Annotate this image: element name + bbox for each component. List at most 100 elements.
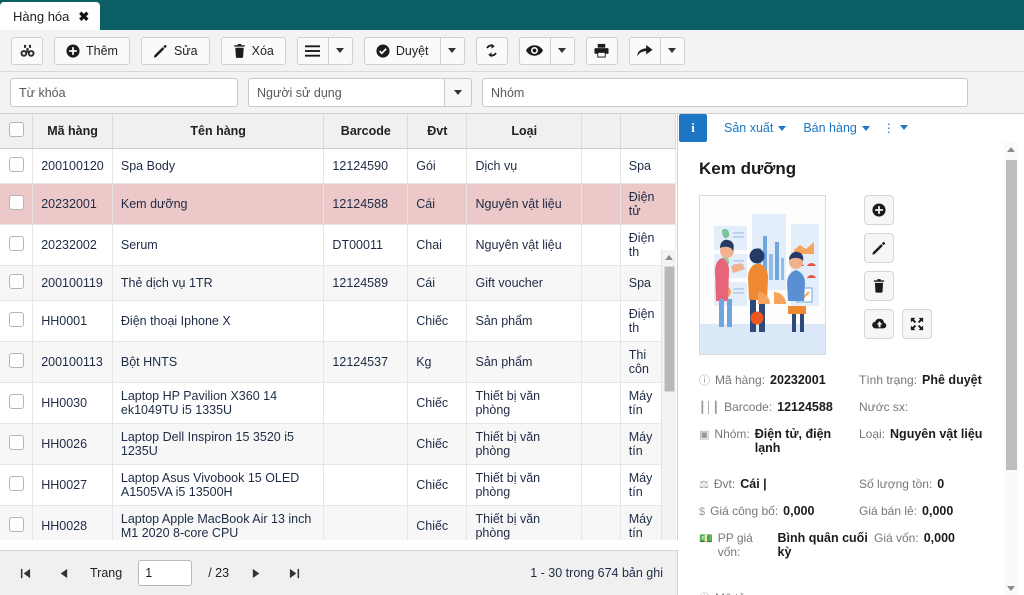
row-checkbox[interactable] bbox=[8, 516, 24, 532]
row-checkbox[interactable] bbox=[8, 475, 24, 491]
delete-image-button[interactable] bbox=[864, 271, 894, 301]
add-button[interactable]: Thêm bbox=[54, 36, 130, 65]
row-checkbox[interactable] bbox=[8, 311, 24, 327]
first-page-button[interactable] bbox=[14, 562, 36, 584]
label-tinh-trang: Tình trạng: bbox=[859, 373, 918, 387]
header-select-all[interactable] bbox=[0, 114, 34, 149]
approve-button[interactable]: Duyệt bbox=[363, 36, 441, 65]
detail-fields: ⓘ Mã hàng: 20232001 Tình trạng: Phê duyệ… bbox=[699, 373, 999, 595]
table-row[interactable]: 20232002 Serum DT00011 Chai Nguyên vật l… bbox=[0, 224, 677, 266]
menu-button[interactable] bbox=[296, 36, 329, 65]
search-input[interactable] bbox=[10, 78, 238, 107]
edit-button[interactable]: Sửa bbox=[140, 36, 210, 65]
table-row[interactable]: HH0027 Laptop Asus Vivobook 15 OLED A150… bbox=[0, 464, 677, 506]
refresh-icon bbox=[484, 43, 499, 58]
share-button[interactable] bbox=[628, 36, 661, 65]
scroll-up-arrow[interactable] bbox=[662, 250, 676, 264]
tab-san-xuat[interactable]: Sản xuất bbox=[724, 121, 787, 135]
row-checkbox[interactable] bbox=[8, 393, 24, 409]
user-select[interactable] bbox=[248, 78, 472, 107]
scrollbar-thumb[interactable] bbox=[664, 266, 675, 392]
row-checkbox-cell[interactable] bbox=[0, 464, 34, 506]
close-icon[interactable]: ✖ bbox=[78, 10, 89, 23]
cell-nhom: Spa bbox=[620, 148, 677, 184]
cell-blank bbox=[581, 464, 621, 506]
view-button[interactable] bbox=[518, 36, 551, 65]
header-ma-hang[interactable]: Mã hàng bbox=[32, 114, 113, 149]
info-icon[interactable]: i bbox=[679, 114, 707, 142]
row-checkbox[interactable] bbox=[8, 273, 24, 289]
row-checkbox[interactable] bbox=[8, 194, 24, 210]
approve-split-button: Duyệt bbox=[363, 36, 465, 65]
row-checkbox-cell[interactable] bbox=[0, 341, 34, 383]
product-image[interactable] bbox=[699, 195, 826, 355]
expand-image-button[interactable] bbox=[902, 309, 932, 339]
table-row[interactable]: HH0030 Laptop HP Pavilion X360 14 ek1049… bbox=[0, 382, 677, 424]
prev-page-button[interactable] bbox=[52, 562, 74, 584]
value-nhom: Điện tử, điện lạnh bbox=[754, 427, 832, 455]
grid-vertical-scrollbar[interactable] bbox=[661, 250, 676, 540]
table-row[interactable]: 200100120 Spa Body 12124590 Gói Dịch vụ … bbox=[0, 148, 677, 184]
print-button[interactable] bbox=[585, 36, 618, 65]
next-page-button[interactable] bbox=[245, 562, 267, 584]
table-row[interactable]: HH0028 Laptop Apple MacBook Air 13 inch … bbox=[0, 505, 677, 540]
group-input[interactable] bbox=[482, 78, 968, 107]
table-row[interactable]: 200100113 Bột HNTS 12124537 Kg Sản phẩm … bbox=[0, 341, 677, 383]
tab-hang-hoa[interactable]: Hàng hóa ✖ bbox=[0, 2, 101, 30]
table-row[interactable]: HH0026 Laptop Dell Inspiron 15 3520 i5 1… bbox=[0, 423, 677, 465]
cell-dvt: Cái bbox=[407, 265, 468, 301]
header-nhom[interactable] bbox=[620, 114, 677, 149]
delete-button[interactable]: Xóa bbox=[220, 36, 286, 65]
trash-icon bbox=[873, 279, 885, 293]
row-checkbox-cell[interactable] bbox=[0, 382, 34, 424]
row-checkbox[interactable] bbox=[8, 235, 24, 251]
row-checkbox-cell[interactable] bbox=[0, 423, 34, 465]
table-row[interactable]: HH0001 Điện thoại Iphone X Chiếc Sản phẩ… bbox=[0, 300, 677, 342]
value-tinh-trang: Phê duyệt bbox=[922, 373, 982, 387]
row-checkbox-cell[interactable] bbox=[0, 300, 34, 342]
label-gia-cong-bo: Giá công bố: bbox=[710, 504, 779, 518]
select-all-checkbox[interactable] bbox=[8, 121, 24, 137]
last-page-button[interactable] bbox=[283, 562, 305, 584]
detail-scroll-down-arrow[interactable] bbox=[1004, 581, 1018, 595]
table-row[interactable]: 200100119 Thẻ dịch vụ 1TR 12124589 Cái G… bbox=[0, 265, 677, 301]
upload-image-button[interactable] bbox=[864, 309, 894, 339]
edit-image-button[interactable] bbox=[864, 233, 894, 263]
header-barcode[interactable]: Barcode bbox=[323, 114, 409, 149]
row-checkbox-cell[interactable] bbox=[0, 183, 34, 225]
row-checkbox-cell[interactable] bbox=[0, 265, 34, 301]
row-checkbox[interactable] bbox=[8, 434, 24, 450]
tab-ban-hang[interactable]: Bán hàng bbox=[803, 121, 870, 135]
search-button[interactable] bbox=[11, 36, 43, 65]
header-dvt[interactable]: Đvt bbox=[407, 114, 468, 149]
user-dropdown-button[interactable] bbox=[444, 78, 472, 107]
label-dvt: Đvt: bbox=[713, 477, 736, 491]
add-image-button[interactable] bbox=[864, 195, 894, 225]
label-gia-ban-le: Giá bán lẻ: bbox=[859, 504, 918, 518]
view-dropdown-button[interactable] bbox=[550, 36, 575, 65]
row-checkbox-cell[interactable] bbox=[0, 505, 34, 540]
header-loai[interactable]: Loại bbox=[466, 114, 582, 149]
refresh-button[interactable] bbox=[475, 36, 508, 65]
approve-dropdown-button[interactable] bbox=[440, 36, 465, 65]
cell-ma: 20232002 bbox=[32, 224, 113, 266]
detail-more-menu[interactable]: ⋮ bbox=[883, 122, 908, 134]
user-input[interactable] bbox=[248, 78, 444, 107]
row-checkbox-cell[interactable] bbox=[0, 148, 34, 184]
share-dropdown-button[interactable] bbox=[660, 36, 685, 65]
cell-barcode: 12124590 bbox=[323, 148, 409, 184]
menu-dropdown-button[interactable] bbox=[328, 36, 353, 65]
value-gia-cong-bo: 0,000 bbox=[783, 504, 815, 518]
detail-scrollbar-thumb[interactable] bbox=[1006, 160, 1017, 470]
dollar-icon: $ bbox=[699, 506, 706, 518]
detail-scroll-up-arrow[interactable] bbox=[1004, 142, 1018, 156]
header-blank[interactable] bbox=[581, 114, 621, 149]
row-checkbox[interactable] bbox=[8, 352, 24, 368]
row-checkbox[interactable] bbox=[8, 156, 24, 172]
page-number-input[interactable] bbox=[138, 560, 193, 586]
detail-vertical-scrollbar[interactable] bbox=[1004, 142, 1018, 595]
row-checkbox-cell[interactable] bbox=[0, 224, 34, 266]
header-ten-hang[interactable]: Tên hàng bbox=[112, 114, 325, 149]
table-row[interactable]: 20232001 Kem dưỡng 12124588 Cái Nguyên v… bbox=[0, 183, 677, 225]
label-barcode: Barcode: bbox=[724, 400, 773, 414]
